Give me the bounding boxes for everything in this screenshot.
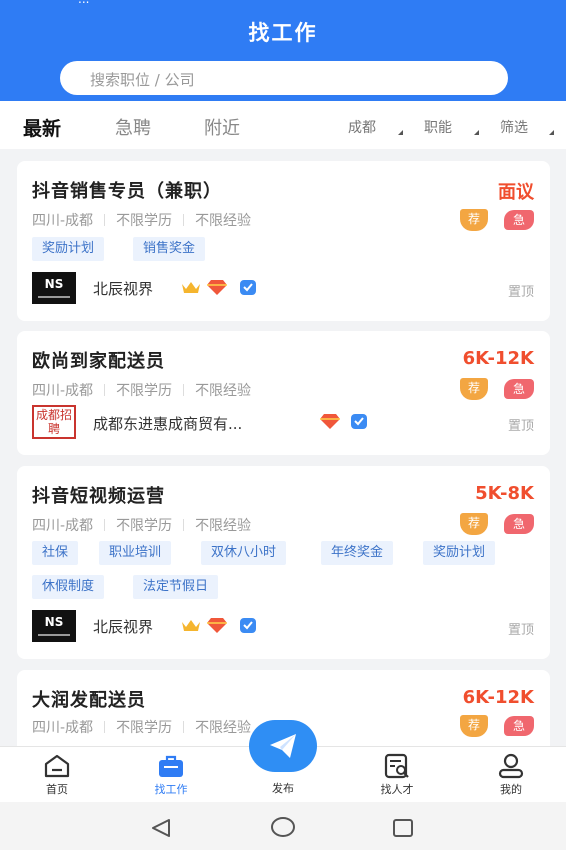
verified-icon xyxy=(240,618,256,633)
briefcase-icon xyxy=(159,755,183,777)
job-tag: 社保 xyxy=(32,541,79,565)
job-experience: 不限经验 xyxy=(195,383,252,399)
tab-nearby[interactable]: 附近 xyxy=(204,114,240,140)
job-salary: 5K-8K xyxy=(475,483,534,504)
job-education: 不限学历 xyxy=(116,213,173,229)
nav-mine-label: 我的 xyxy=(500,783,522,796)
home-icon xyxy=(44,754,70,778)
recommend-badge: 荐 xyxy=(460,378,488,400)
job-education: 不限学历 xyxy=(116,383,173,399)
company-name: 成都东进惠成商贸有... xyxy=(93,415,243,433)
job-tag: 职业培训 xyxy=(99,541,172,565)
job-meta: 四川-成都 不限学历 不限经验 xyxy=(32,717,251,737)
tab-bar: 最新 急聘 附近 成都 职能 筛选 xyxy=(0,101,566,149)
urgent-badge: 急 xyxy=(504,514,534,534)
job-title: 抖音短视频运营 xyxy=(32,486,165,507)
diamond-icon xyxy=(207,618,227,633)
company-logo: NS xyxy=(32,272,76,304)
recommend-badge: 荐 xyxy=(460,513,488,535)
pin-label: 置顶 xyxy=(507,419,534,434)
job-salary: 面议 xyxy=(498,182,534,203)
crown-icon xyxy=(182,620,200,631)
filter-screen[interactable]: 筛选 xyxy=(500,117,528,137)
job-title: 大润发配送员 xyxy=(32,690,146,711)
verified-icon xyxy=(351,414,367,429)
diamond-icon xyxy=(320,414,340,429)
job-location: 四川-成都 xyxy=(32,518,94,534)
job-tag: 年终奖金 xyxy=(321,541,394,565)
chevron-down-icon xyxy=(549,130,554,135)
job-card[interactable]: 抖音销售专员（兼职） 面议 四川-成都 不限学历 不限经验 荐 急 奖励计划 销售奖… xyxy=(17,161,550,321)
job-location: 四川-成都 xyxy=(32,213,94,229)
job-tag: 休假制度 xyxy=(32,575,105,599)
crown-icon xyxy=(182,282,200,293)
job-meta: 四川-成都 不限学历 不限经验 xyxy=(32,210,251,230)
nav-find-job-label: 找工作 xyxy=(154,783,188,796)
resume-search-icon xyxy=(384,753,409,779)
system-nav-bar xyxy=(0,802,566,850)
job-card[interactable]: 抖音短视频运营 5K-8K 四川-成都 不限学历 不限经验 荐 急 社保 职业培训 … xyxy=(17,466,550,659)
chevron-down-icon xyxy=(398,130,403,135)
job-title: 抖音销售专员（兼职） xyxy=(32,181,222,202)
app-header: ... 找工作 搜索职位 / 公司 xyxy=(0,0,566,101)
nav-find-talent[interactable]: 找人才 xyxy=(357,747,437,803)
nav-home-label: 首页 xyxy=(46,783,68,796)
company-logo: NS xyxy=(32,610,76,642)
company-name: 北辰视界 xyxy=(93,618,154,636)
verified-icon xyxy=(240,280,256,295)
job-tag: 双休八小时 xyxy=(201,541,287,565)
job-card[interactable]: 欧尚到家配送员 6K-12K 四川-成都 不限学历 不限经验 荐 急 成都招聘 成都… xyxy=(17,331,550,455)
job-tag: 销售奖金 xyxy=(133,237,206,261)
job-salary: 6K-12K xyxy=(462,687,534,708)
urgent-badge: 急 xyxy=(504,716,534,736)
job-title: 欧尚到家配送员 xyxy=(32,351,165,372)
search-placeholder: 搜索职位 / 公司 xyxy=(90,71,195,89)
company-logo: 成都招聘 xyxy=(32,405,76,439)
nav-mine[interactable]: 我的 xyxy=(471,747,551,803)
publish-label: 发布 xyxy=(272,782,294,795)
job-education: 不限学历 xyxy=(116,720,173,736)
nav-find-job[interactable]: 找工作 xyxy=(131,747,211,803)
pin-label: 置顶 xyxy=(507,623,534,638)
status-bar-fragment: ... xyxy=(78,0,148,6)
job-tag: 奖励计划 xyxy=(32,237,105,261)
nav-find-talent-label: 找人才 xyxy=(380,783,414,796)
search-input[interactable]: 搜索职位 / 公司 xyxy=(60,61,508,95)
job-salary: 6K-12K xyxy=(462,348,534,369)
recommend-badge: 荐 xyxy=(460,715,488,737)
recommend-badge: 荐 xyxy=(460,209,488,231)
urgent-badge: 急 xyxy=(504,210,534,230)
home-circle-icon[interactable] xyxy=(270,816,296,838)
job-experience: 不限经验 xyxy=(195,213,252,229)
recents-icon[interactable] xyxy=(392,818,414,838)
paper-plane-icon xyxy=(270,734,296,758)
job-meta: 四川-成都 不限学历 不限经验 xyxy=(32,380,251,400)
tab-latest[interactable]: 最新 xyxy=(23,114,61,141)
urgent-badge: 急 xyxy=(504,379,534,399)
job-tag: 奖励计划 xyxy=(423,541,496,565)
nav-home[interactable]: 首页 xyxy=(17,747,97,803)
page-title: 找工作 xyxy=(248,21,318,45)
job-location: 四川-成都 xyxy=(32,720,94,736)
publish-button[interactable] xyxy=(249,720,317,772)
job-experience: 不限经验 xyxy=(195,720,252,736)
pin-label: 置顶 xyxy=(507,285,534,300)
job-meta: 四川-成都 不限学历 不限经验 xyxy=(32,515,251,535)
job-education: 不限学历 xyxy=(116,518,173,534)
job-experience: 不限经验 xyxy=(195,518,252,534)
diamond-icon xyxy=(207,280,227,295)
user-icon xyxy=(498,753,524,779)
company-name: 北辰视界 xyxy=(93,280,154,298)
back-icon[interactable] xyxy=(150,818,172,838)
job-tag: 法定节假日 xyxy=(133,575,219,599)
chevron-down-icon xyxy=(474,130,479,135)
job-location: 四川-成都 xyxy=(32,383,94,399)
filter-function[interactable]: 职能 xyxy=(424,117,452,137)
tab-urgent[interactable]: 急聘 xyxy=(115,114,151,140)
filter-city[interactable]: 成都 xyxy=(348,117,376,137)
